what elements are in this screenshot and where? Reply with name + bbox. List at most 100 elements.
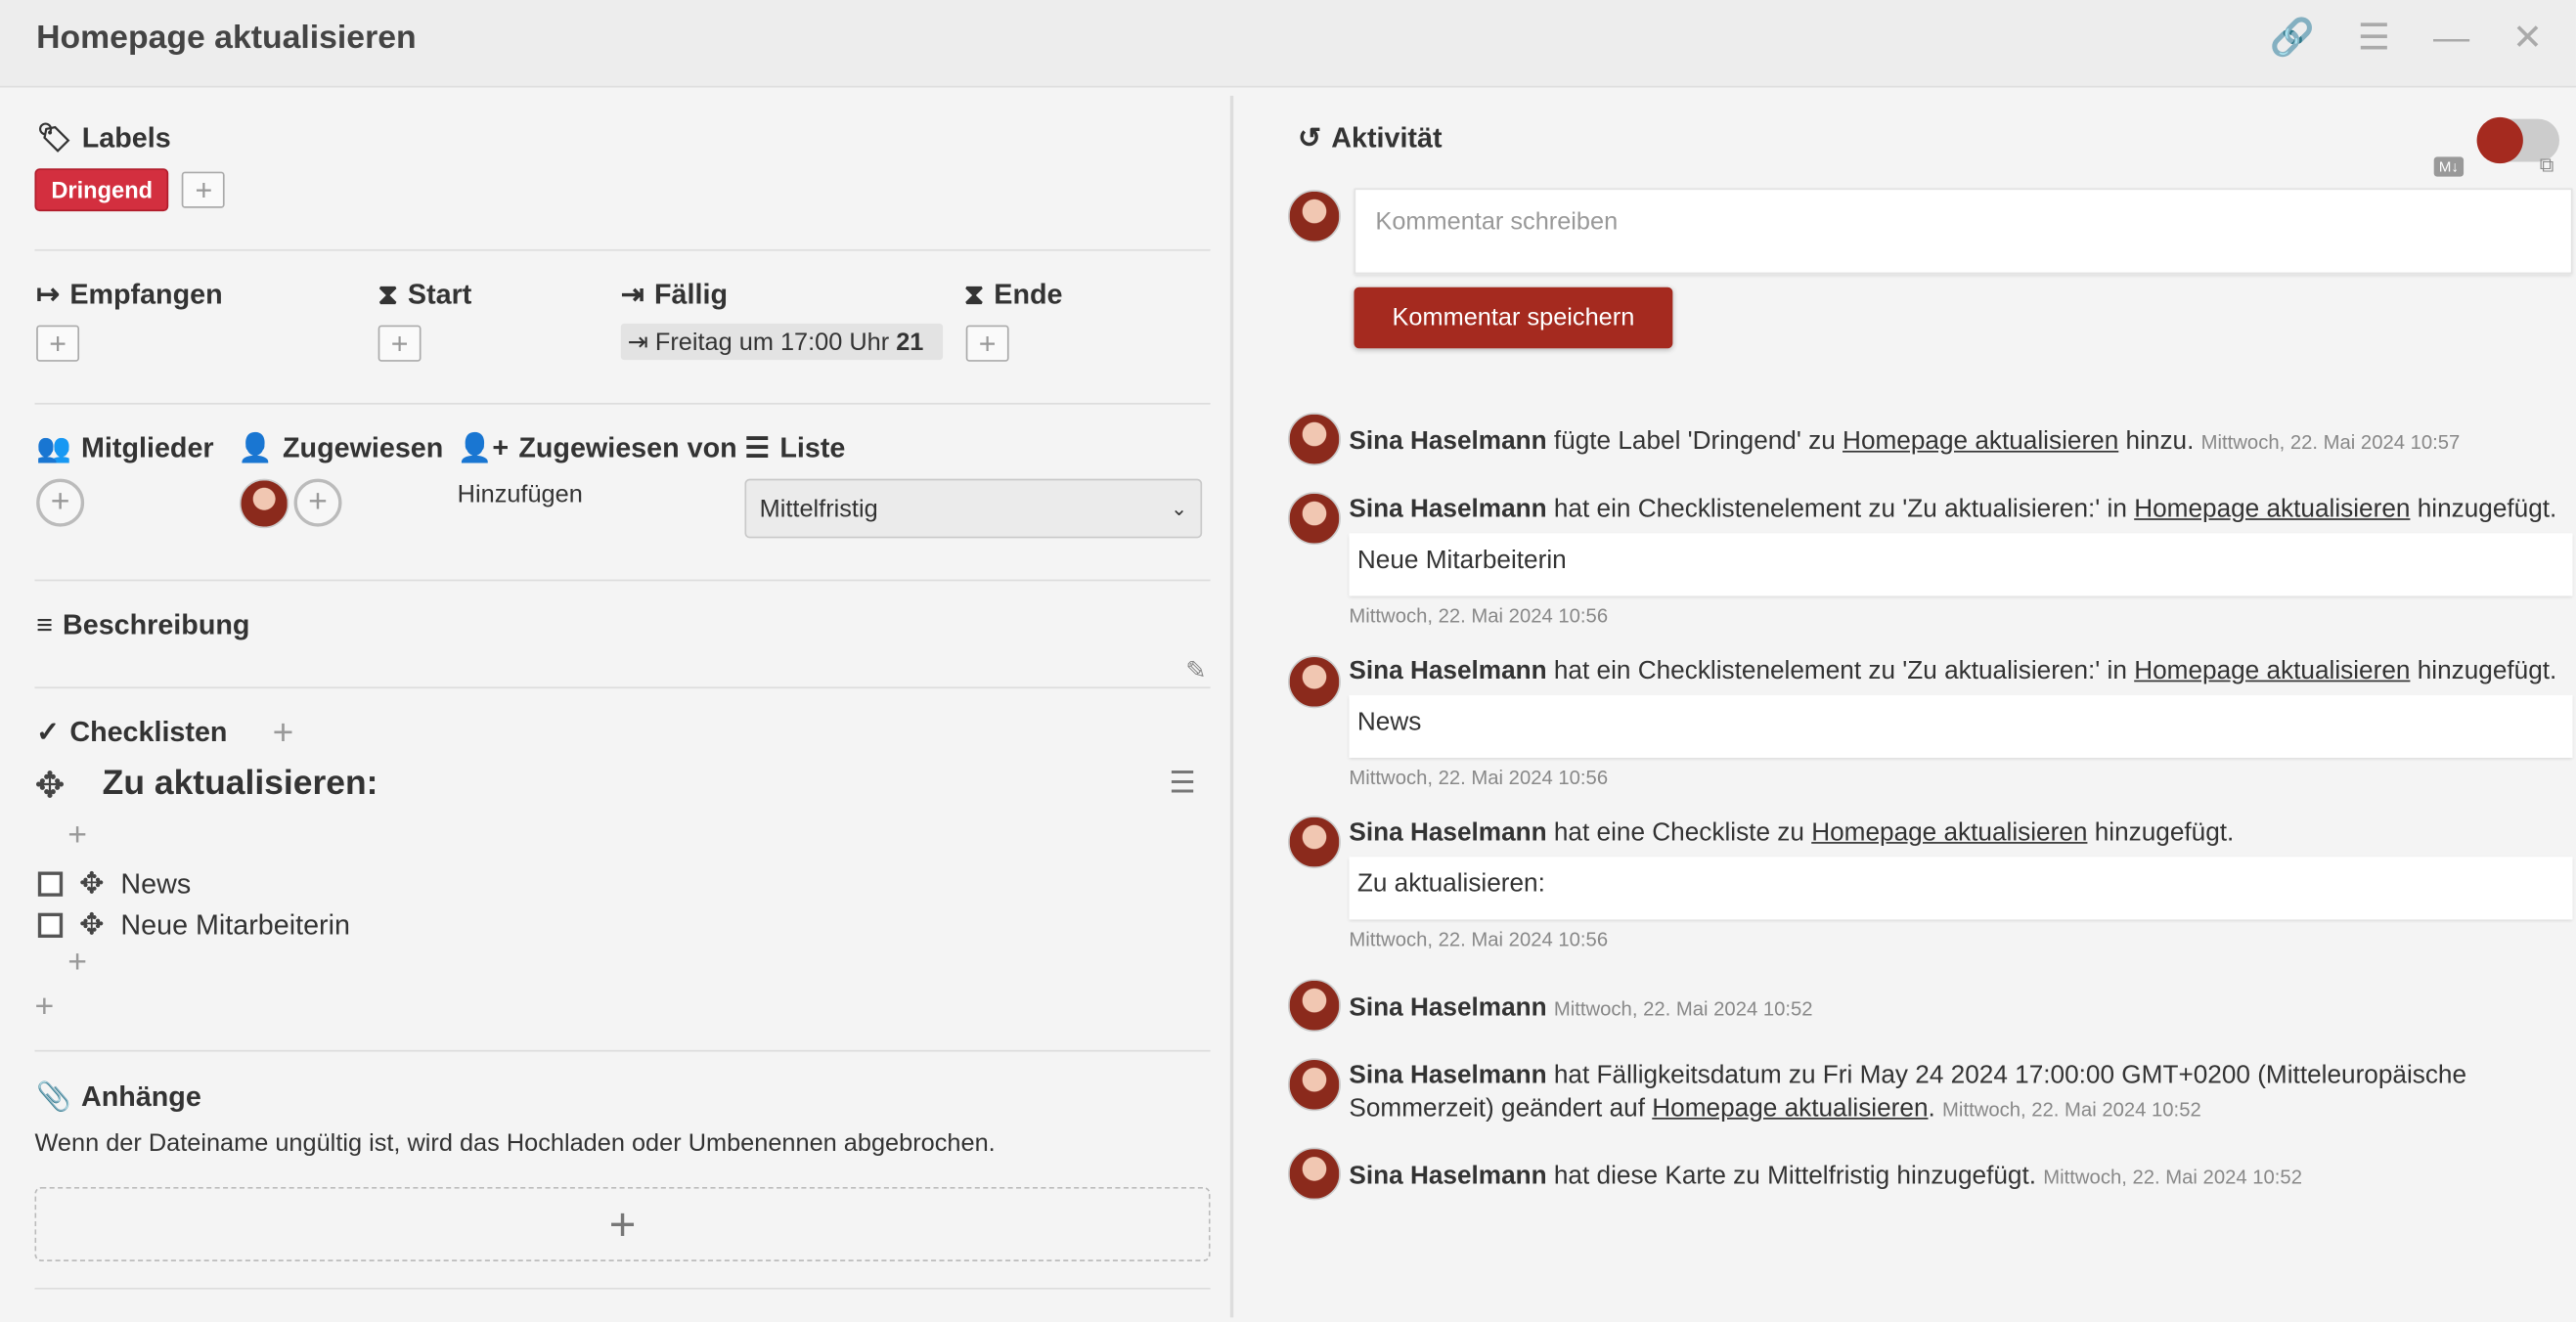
hamburger-menu-icon[interactable]: ☰ (2358, 17, 2390, 60)
divider (34, 1049, 1211, 1052)
activity-user[interactable]: Sina Haselmann (1349, 1062, 1546, 1090)
move-icon[interactable]: ✥ (34, 765, 65, 808)
members-heading: 👥 Mitglieder (36, 432, 214, 464)
avatar[interactable] (239, 478, 289, 529)
labels-heading: 🏷 Labels (36, 121, 171, 154)
avatar (1287, 815, 1341, 869)
close-icon[interactable]: ✕ (2512, 17, 2543, 60)
checklist-item-label[interactable]: Neue Mitarbeiterin (120, 908, 350, 942)
due-date-value[interactable]: ⇥ Freitag um 17:00 Uhr 21 (620, 323, 944, 361)
activity-entry: Sina Haselmann hat diese Karte zu Mittel… (1349, 1162, 2302, 1191)
list-icon: ☰ (744, 432, 771, 464)
activity-entry: Sina Haselmann fügte Label 'Dringend' zu… (1349, 427, 2461, 456)
copy-icon[interactable]: ⧉ (2540, 154, 2554, 178)
edit-icon[interactable]: ✎ (1185, 655, 1206, 685)
card-link[interactable]: Homepage aktualisieren (1843, 427, 2118, 456)
avatar (1287, 492, 1341, 546)
attachments-note: Wenn der Dateiname ungültig ist, wird da… (34, 1128, 996, 1158)
card-link[interactable]: Homepage aktualisieren (2134, 496, 2410, 524)
activity-timestamp: Mittwoch, 22. Mai 2024 10:56 (1349, 927, 1609, 951)
add-start-date-button[interactable]: + (378, 325, 422, 362)
activity-timestamp: Mittwoch, 22. Mai 2024 10:52 (2043, 1166, 2302, 1189)
avatar (1287, 979, 1341, 1033)
link-icon[interactable]: 🔗 (2270, 17, 2315, 60)
avatar (1287, 1147, 1341, 1201)
assigned-by-add-link[interactable]: Hinzufügen (458, 480, 583, 508)
activity-timestamp: Mittwoch, 22. Mai 2024 10:56 (1349, 766, 1609, 790)
divider (34, 1287, 1211, 1290)
activity-entry: Sina Haselmann hat Fälligkeitsdatum zu F… (1349, 1061, 2467, 1124)
card-link[interactable]: Homepage aktualisieren (2134, 657, 2410, 685)
user-plus-icon: 👤+ (457, 432, 510, 464)
list-select[interactable]: Mittelfristig ⌄ (744, 478, 1203, 539)
add-received-date-button[interactable]: + (36, 325, 80, 362)
list-heading: ☰ Liste (744, 432, 846, 464)
activity-entry: Sina Haselmann hat eine Checkliste zu Ho… (1349, 818, 2235, 848)
card-link[interactable]: Homepage aktualisieren (1811, 818, 2087, 847)
check-icon: ✓ (36, 716, 61, 748)
add-checklist-icon[interactable]: + (273, 712, 294, 755)
activity-entry: Sina Haselmann Mittwoch, 22. Mai 2024 10… (1349, 992, 1812, 1026)
avatar (1287, 1058, 1341, 1112)
markdown-icon: M↓ (2433, 156, 2465, 177)
activity-user[interactable]: Sina Haselmann (1349, 818, 1546, 847)
labels-row: Dringend + (34, 168, 226, 212)
add-label-button[interactable]: + (182, 171, 226, 208)
column-divider (1229, 95, 1234, 1318)
comment-input[interactable]: Kommentar schreiben (1354, 188, 2573, 275)
start-heading: ⧗ Start (378, 279, 472, 311)
received-heading: ↦ Empfangen (36, 279, 223, 311)
divider (34, 248, 1211, 251)
add-end-date-button[interactable]: + (965, 325, 1009, 362)
checklists-heading: ✓ Checklisten (36, 716, 228, 748)
avatar (1287, 655, 1341, 709)
label-badge-dringend[interactable]: Dringend (34, 168, 169, 212)
activity-entry: Sina Haselmann hat ein Checklistenelemen… (1349, 656, 2557, 685)
minimize-icon[interactable]: — (2433, 17, 2469, 60)
users-icon: 👥 (36, 432, 71, 464)
checklist-item-label[interactable]: News (120, 867, 191, 901)
activity-user[interactable]: Sina Haselmann (1349, 496, 1546, 524)
add-checklist-bottom-icon[interactable]: + (34, 989, 54, 1027)
hourglass-icon: ⧗ (964, 279, 985, 311)
move-icon[interactable]: ✥ (79, 866, 104, 901)
add-assignee-button[interactable]: + (293, 478, 342, 527)
activity-user[interactable]: Sina Haselmann (1349, 427, 1546, 456)
activity-quote: News (1349, 694, 2573, 758)
sign-in-icon: ⇥ (620, 279, 644, 311)
card-title[interactable]: Homepage aktualisieren (36, 20, 416, 58)
activity-timestamp: Mittwoch, 22. Mai 2024 10:57 (2200, 430, 2461, 455)
activity-quote: Neue Mitarbeiterin (1349, 533, 2573, 596)
activity-heading: ↺ Aktivität (1298, 121, 1443, 154)
activity-timestamp: Mittwoch, 22. Mai 2024 10:56 (1349, 603, 1609, 628)
save-comment-button[interactable]: Kommentar speichern (1354, 286, 1673, 349)
add-checklist-item-icon[interactable]: + (67, 945, 87, 983)
checklist-item-checkbox[interactable] (37, 912, 64, 939)
add-checklist-item-top-icon[interactable]: + (67, 817, 87, 856)
activity-user[interactable]: Sina Haselmann (1349, 657, 1546, 685)
add-member-button[interactable]: + (36, 478, 85, 527)
activity-timestamp: Mittwoch, 22. Mai 2024 10:52 (1553, 996, 1813, 1021)
attachment-dropzone[interactable]: + (34, 1186, 1211, 1261)
list-item: ✥ News (37, 866, 191, 901)
toggle-knob (2476, 116, 2523, 164)
history-icon: ↺ (1298, 121, 1322, 154)
move-icon[interactable]: ✥ (79, 908, 104, 943)
divider (34, 402, 1211, 405)
description-heading: ≡ Beschreibung (36, 609, 250, 641)
due-heading: ⇥ Fällig (620, 279, 729, 311)
card-link[interactable]: Homepage aktualisieren (1652, 1094, 1928, 1123)
activity-user[interactable]: Sina Haselmann (1349, 1163, 1546, 1191)
card-header: Homepage aktualisieren 🔗 ☰ — ✕ (0, 0, 2576, 88)
checklist-item-checkbox[interactable] (37, 871, 64, 897)
chevron-down-icon: ⌄ (1170, 497, 1187, 520)
assigned-by-heading: 👤+ Zugewiesen von (457, 432, 737, 464)
list-item: ✥ Neue Mitarbeiterin (37, 908, 350, 943)
hamburger-menu-icon[interactable]: ☰ (1169, 766, 1195, 800)
divider (34, 686, 1211, 689)
checklist-title[interactable]: Zu aktualisieren: (103, 765, 378, 805)
activity-timestamp: Mittwoch, 22. Mai 2024 10:52 (1942, 1097, 2201, 1122)
hourglass-icon: ⧗ (378, 279, 398, 311)
activity-user[interactable]: Sina Haselmann (1349, 993, 1546, 1022)
attachments-heading: 📎 Anhänge (36, 1080, 201, 1113)
